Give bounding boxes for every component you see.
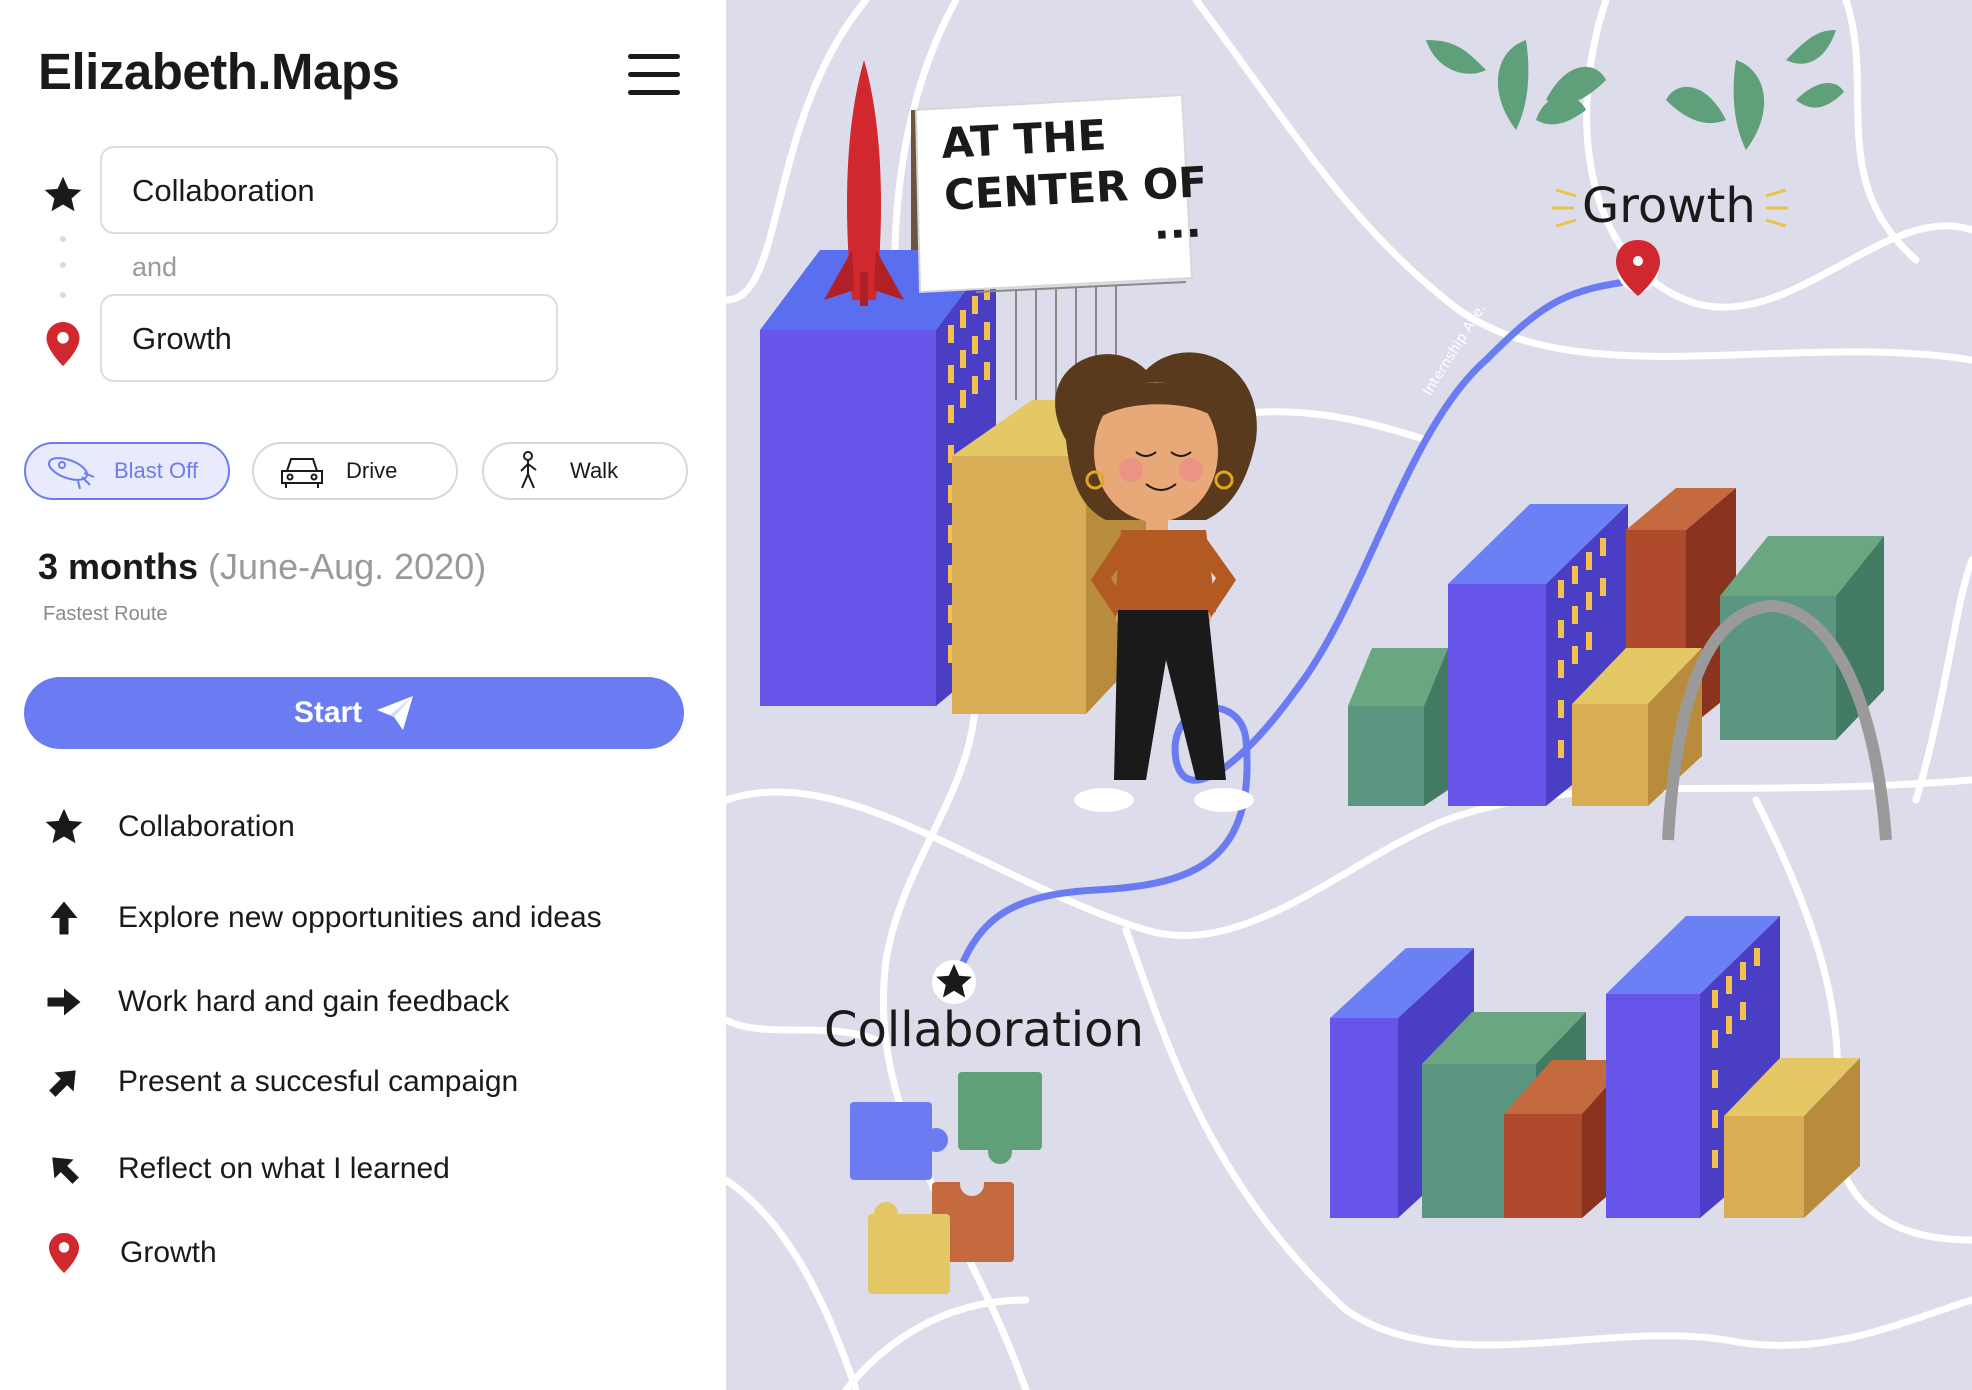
arrow-up-icon <box>40 894 88 942</box>
arrow-up-right-icon <box>40 1058 88 1106</box>
mode-walk-button[interactable]: Walk <box>482 442 688 500</box>
destination-pin-marker <box>1616 240 1660 296</box>
start-button[interactable]: Start <box>24 677 684 749</box>
location-pin-icon <box>46 322 80 366</box>
step-label: Work hard and gain feedback <box>118 985 510 1018</box>
puzzle-pieces-illustration <box>850 1072 1042 1294</box>
destination-input[interactable]: Growth <box>100 294 558 382</box>
rocket-icon <box>42 451 102 491</box>
origin-input[interactable]: Collaboration <box>100 146 558 234</box>
star-icon <box>42 174 84 216</box>
arrow-up-left-icon <box>40 1145 88 1193</box>
step-item: Collaboration <box>40 797 295 857</box>
origin-star-marker <box>932 960 976 1004</box>
duration-dates: (June-Aug. 2020) <box>208 546 487 587</box>
car-icon <box>278 451 326 491</box>
mode-drive-button[interactable]: Drive <box>252 442 458 500</box>
step-label: Explore new opportunities and ideas <box>118 901 602 934</box>
route-dot <box>60 292 66 298</box>
start-label: Start <box>293 696 363 729</box>
star-icon <box>40 803 88 851</box>
duration-value: 3 months <box>38 546 199 587</box>
trip-duration: 3 months (June-Aug. 2020) <box>38 546 486 588</box>
mode-blast-off-button[interactable]: Blast Off <box>24 442 230 500</box>
step-label: Growth <box>120 1236 217 1269</box>
step-label: Collaboration <box>118 810 295 843</box>
step-item: Work hard and gain feedback <box>40 972 509 1032</box>
step-label: Present a succesful campaign <box>118 1065 519 1098</box>
laurel-leaves-illustration <box>1426 30 1844 150</box>
walking-person-icon <box>514 450 544 492</box>
location-pin-icon <box>40 1229 88 1277</box>
map-view[interactable]: AT THE CENTER OF ... Growth Collaboratio… <box>726 0 1972 1390</box>
arrow-right-icon <box>40 978 88 1026</box>
step-label: Reflect on what I learned <box>118 1152 450 1185</box>
step-item: Reflect on what I learned <box>40 1139 450 1199</box>
origin-map-label: Collaboration <box>824 1002 1144 1058</box>
route-connector: and <box>132 252 178 282</box>
route-dot <box>60 262 66 268</box>
step-item: Growth <box>40 1223 217 1283</box>
billboard-text: AT THE CENTER OF ... <box>940 104 1210 250</box>
mode-label: Walk <box>570 458 619 483</box>
map-illustration <box>726 0 1972 1390</box>
app-title: Elizabeth.Maps <box>38 43 400 100</box>
mode-label: Blast Off <box>114 458 198 483</box>
step-item: Explore new opportunities and ideas <box>40 888 602 948</box>
route-dot <box>60 236 66 242</box>
paper-plane-icon <box>376 695 414 731</box>
mode-label: Drive <box>346 458 398 483</box>
route-type: Fastest Route <box>43 603 168 625</box>
sidebar: Elizabeth.Maps Collaboration and Growth … <box>0 0 726 1390</box>
green-block-building <box>1348 648 1448 806</box>
step-item: Present a succesful campaign <box>40 1052 518 1112</box>
destination-map-label: Growth <box>1582 178 1756 234</box>
menu-icon[interactable] <box>628 54 680 96</box>
